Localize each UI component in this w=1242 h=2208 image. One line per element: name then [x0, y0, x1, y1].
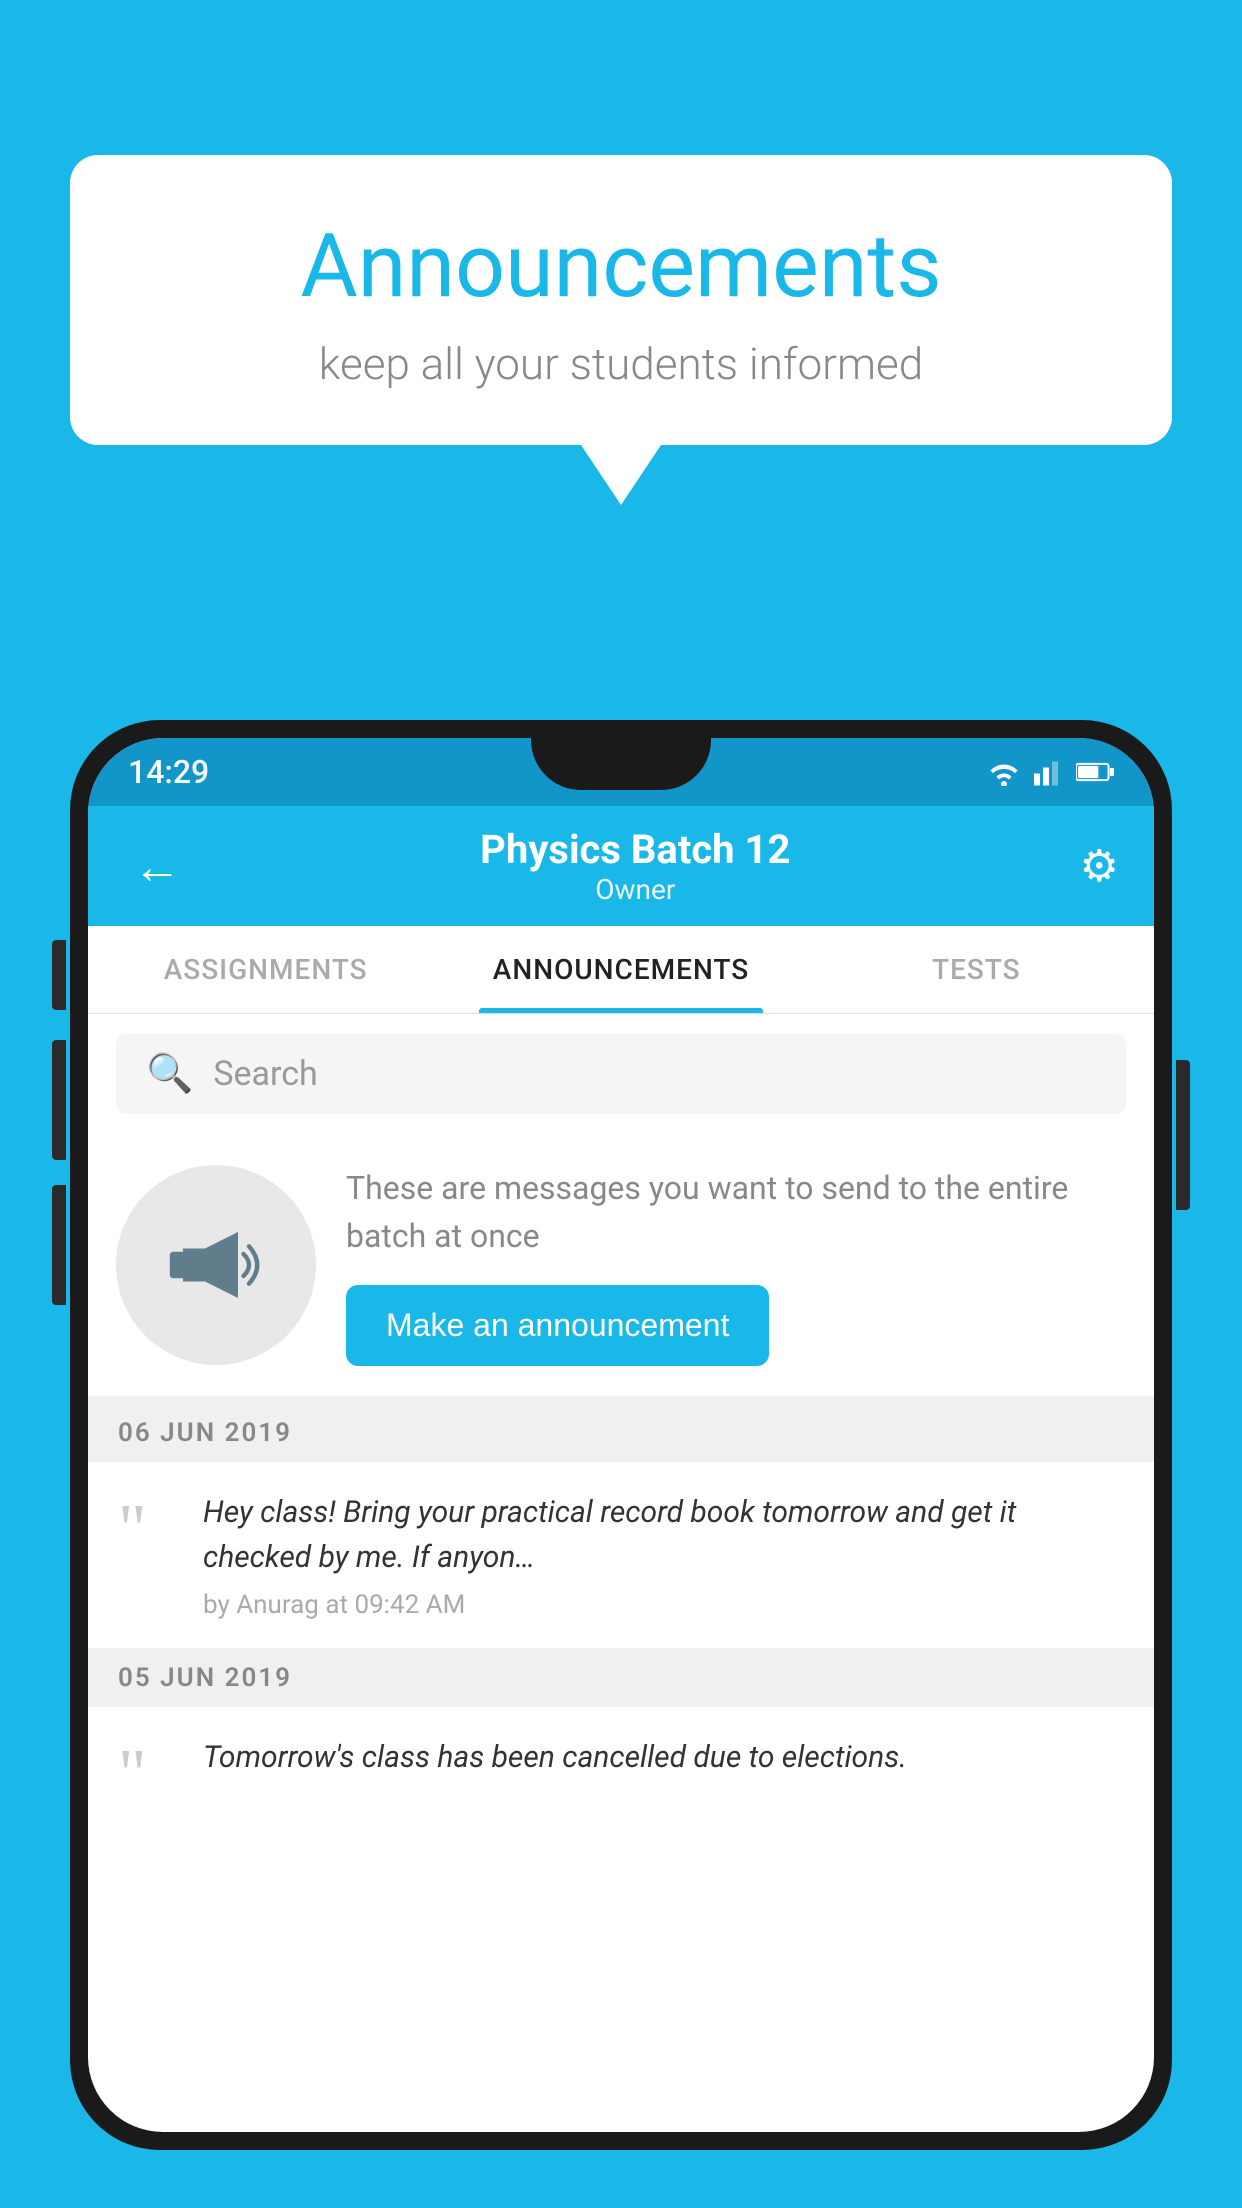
app-top-bar: ← Physics Batch 12 Owner ⚙: [88, 806, 1154, 926]
wifi-icon: [986, 758, 1022, 786]
speech-bubble-arrow: [581, 445, 661, 505]
search-bar[interactable]: 🔍 Search: [116, 1034, 1126, 1114]
search-icon: 🔍: [146, 1052, 193, 1096]
battery-icon: [1076, 760, 1114, 784]
speech-bubble-subtitle: keep all your students informed: [130, 338, 1112, 390]
phone-button-volume-down: [52, 1185, 66, 1305]
speech-bubble-title: Announcements: [130, 215, 1112, 318]
top-bar-title-section: Physics Batch 12 Owner: [191, 826, 1080, 906]
phone-notch: [531, 738, 711, 790]
status-icons: [986, 758, 1114, 786]
status-time: 14:29: [128, 753, 209, 791]
announcement-content-1: Hey class! Bring your practical record b…: [203, 1490, 1124, 1620]
tab-tests[interactable]: TESTS: [799, 926, 1154, 1013]
announcement-item-1[interactable]: " Hey class! Bring your practical record…: [88, 1462, 1154, 1649]
signal-icon: [1034, 758, 1064, 786]
settings-icon[interactable]: ⚙: [1080, 840, 1119, 892]
promo-content: These are messages you want to send to t…: [346, 1164, 1126, 1366]
phone-mockup: 14:29: [70, 720, 1172, 2208]
tab-assignments[interactable]: ASSIGNMENTS: [88, 926, 443, 1013]
announcement-meta-1: by Anurag at 09:42 AM: [203, 1590, 1124, 1620]
batch-title: Physics Batch 12: [191, 826, 1080, 873]
batch-subtitle: Owner: [191, 873, 1080, 906]
phone-button-mute: [52, 940, 66, 1010]
make-announcement-button[interactable]: Make an announcement: [346, 1285, 769, 1366]
phone-button-power: [1176, 1060, 1190, 1210]
promo-section: These are messages you want to send to t…: [88, 1134, 1154, 1404]
date-separator-2: 05 JUN 2019: [88, 1649, 1154, 1707]
speech-bubble-section: Announcements keep all your students inf…: [70, 155, 1172, 505]
phone-outer: 14:29: [70, 720, 1172, 2150]
announcement-content-2: Tomorrow's class has been cancelled due …: [203, 1735, 1124, 1790]
promo-description: These are messages you want to send to t…: [346, 1164, 1126, 1260]
back-button[interactable]: ←: [123, 828, 191, 905]
quote-icon-2: ": [118, 1740, 178, 1810]
tabs-container: ASSIGNMENTS ANNOUNCEMENTS TESTS: [88, 926, 1154, 1014]
megaphone-icon: [161, 1210, 271, 1320]
speech-bubble-card: Announcements keep all your students inf…: [70, 155, 1172, 445]
phone-button-volume-up: [52, 1040, 66, 1160]
promo-icon-circle: [116, 1165, 316, 1365]
tab-announcements[interactable]: ANNOUNCEMENTS: [443, 926, 798, 1013]
quote-icon-1: ": [118, 1495, 178, 1565]
announcement-text-1: Hey class! Bring your practical record b…: [203, 1490, 1124, 1580]
search-container: 🔍 Search: [88, 1014, 1154, 1134]
phone-screen: 14:29: [88, 738, 1154, 2132]
search-placeholder: Search: [213, 1054, 317, 1094]
announcement-item-2[interactable]: " Tomorrow's class has been cancelled du…: [88, 1707, 1154, 1838]
date-separator-1: 06 JUN 2019: [88, 1404, 1154, 1462]
announcement-text-2: Tomorrow's class has been cancelled due …: [203, 1735, 1124, 1780]
